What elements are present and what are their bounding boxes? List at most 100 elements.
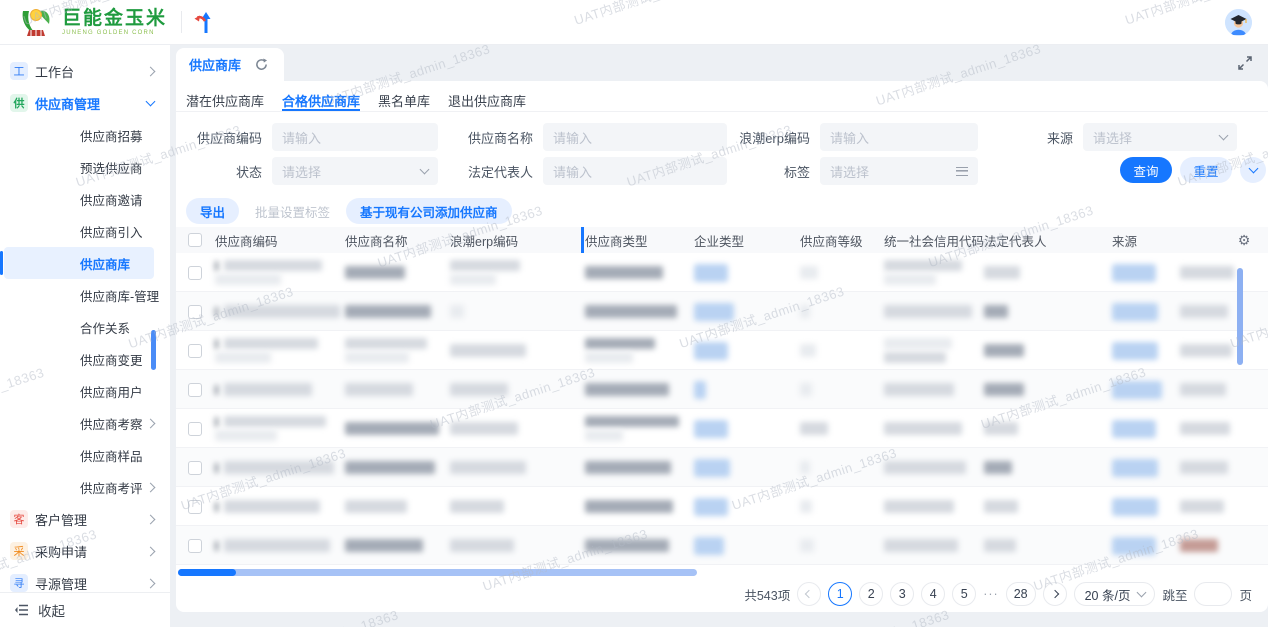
tags-select[interactable]: 请选择 [820, 157, 978, 185]
sidebar-item-supplier-change[interactable]: 供应商变更 [0, 343, 170, 375]
subtab-qualified[interactable]: 合格供应商库 [282, 91, 361, 111]
row-checkbox[interactable] [188, 343, 202, 358]
source-select[interactable]: 请选择 [1083, 123, 1237, 151]
cell-credit [884, 331, 984, 370]
sidebar-item-label: 寻源管理 [35, 576, 88, 592]
sidebar-item-supplier-intro[interactable]: 供应商引入 [0, 215, 170, 247]
redacted-block [694, 536, 724, 555]
redacted-block [450, 461, 526, 474]
sidebar-item-label: 供应商用户 [80, 385, 143, 400]
supplier-code-input[interactable]: 请输入 [272, 123, 438, 151]
row-checkbox[interactable] [188, 265, 202, 280]
redacted-line [345, 461, 450, 474]
gear-icon[interactable]: ⚙ [1238, 232, 1251, 249]
page-size-select[interactable]: 20 条/页 [1073, 582, 1156, 606]
sidebar-scrollbar-thumb[interactable] [151, 330, 156, 370]
cell-erp [450, 331, 585, 370]
cell-credit [884, 292, 984, 331]
cell-legal [984, 487, 1112, 526]
table-row [176, 448, 1268, 487]
row-checkbox[interactable] [188, 382, 202, 397]
tab-supplier-library[interactable]: 供应商库 [176, 48, 284, 81]
select-all-checkbox[interactable] [188, 233, 202, 247]
redacted-block [215, 274, 281, 285]
expand-filters-button[interactable] [1240, 157, 1266, 183]
column-header-name: 供应商名称 [345, 234, 408, 249]
sidebar-item-supplier-inspect[interactable]: 供应商考察 [0, 407, 170, 439]
previous-page-button[interactable] [797, 582, 822, 606]
sidebar-item-supplier-user[interactable]: 供应商用户 [0, 375, 170, 407]
redacted-block [224, 461, 334, 474]
next-page-button[interactable] [1042, 582, 1067, 606]
redacted-line [345, 305, 450, 318]
redacted-block [800, 500, 812, 513]
sidebar-item-cooperation[interactable]: 合作关系 [0, 311, 170, 343]
supplier-name-input[interactable]: 请输入 [543, 123, 727, 151]
sidebar-item-supplier-review[interactable]: 供应商考评 [0, 471, 170, 503]
sidebar-item-preselect-supplier[interactable]: 预选供应商 [0, 151, 170, 183]
cell-last [1180, 370, 1242, 409]
sidebar-item-sourcing-mgmt[interactable]: 寻寻源管理 [0, 567, 170, 592]
page-button-2[interactable]: 2 [859, 582, 884, 606]
subtab-blacklist[interactable]: 黑名单库 [378, 91, 430, 111]
cell-erp [450, 448, 585, 487]
sidebar-item-supplier-mgmt[interactable]: 供供应商管理 [0, 87, 170, 119]
filter-label: 浪潮erp编码 [739, 130, 810, 146]
table-horizontal-scrollbar-thumb[interactable] [178, 569, 236, 576]
sidebar-item-supplier-library[interactable]: 供应商库 [0, 247, 154, 279]
jump-label: 跳至 [1162, 588, 1188, 603]
erp-code-input[interactable]: 请输入 [820, 123, 978, 151]
redacted-line [984, 266, 1112, 279]
subtab-potential[interactable]: 潜在供应商库 [186, 91, 264, 111]
table-vertical-scrollbar[interactable] [1237, 268, 1243, 365]
cell-credit [884, 370, 984, 409]
cell-last [1180, 526, 1242, 565]
customer-mgmt-icon: 客 [10, 510, 28, 528]
filter-label: 标签 [783, 164, 810, 180]
redacted-line [800, 266, 884, 279]
refresh-icon[interactable] [255, 58, 268, 71]
row-checkbox[interactable] [188, 499, 202, 514]
cell-name [345, 292, 450, 331]
sidebar-item-supplier-library-mgmt[interactable]: 供应商库-管理 [0, 279, 170, 311]
status-select[interactable]: 请选择 [272, 157, 438, 185]
nav-arrows-icon[interactable] [192, 9, 216, 35]
redacted-block [224, 500, 320, 513]
sidebar-item-purchase-request[interactable]: 采采购申请 [0, 535, 170, 567]
redacted-line [215, 260, 345, 271]
pagination-ellipsis[interactable]: ··· [983, 587, 999, 601]
cell-type [585, 487, 694, 526]
redacted-block [450, 500, 504, 513]
row-checkbox[interactable] [188, 460, 202, 475]
subtab-exited[interactable]: 退出供应商库 [448, 91, 526, 111]
redacted-block [884, 422, 962, 435]
sidebar-item-supplier-invite[interactable]: 供应商邀请 [0, 183, 170, 215]
table-horizontal-scrollbar[interactable] [178, 569, 697, 576]
user-avatar[interactable] [1225, 8, 1252, 36]
page-button-1[interactable]: 1 [828, 582, 853, 606]
legal-rep-input[interactable]: 请输入 [543, 157, 727, 185]
sidebar-item-customer-mgmt[interactable]: 客客户管理 [0, 503, 170, 535]
sidebar-item-label: 合作关系 [80, 321, 131, 336]
batch-tag-button[interactable]: 批量设置标签 [251, 198, 334, 224]
page-button-3[interactable]: 3 [890, 582, 915, 606]
row-checkbox[interactable] [188, 304, 202, 319]
reset-button[interactable]: 重置 [1180, 157, 1232, 183]
sidebar-item-supplier-recruit[interactable]: 供应商招募 [0, 119, 170, 151]
page-button-5[interactable]: 5 [952, 582, 977, 606]
page-button-28[interactable]: 28 [1005, 582, 1036, 606]
export-button[interactable]: 导出 [186, 198, 240, 224]
redacted-block [1112, 419, 1156, 438]
search-button[interactable]: 查询 [1120, 157, 1172, 183]
redacted-line [694, 536, 800, 555]
sidebar-item-workbench[interactable]: 工工作台 [0, 55, 170, 87]
page-button-4[interactable]: 4 [921, 582, 946, 606]
row-checkbox[interactable] [188, 421, 202, 436]
add-supplier-from-company-button[interactable]: 基于现有公司添加供应商 [346, 198, 512, 224]
sidebar-item-supplier-sample[interactable]: 供应商样品 [0, 439, 170, 471]
redacted-block [884, 352, 946, 363]
collapse-button[interactable]: 收起 [0, 592, 170, 627]
fullscreen-icon[interactable] [1238, 56, 1252, 70]
row-checkbox[interactable] [188, 538, 202, 553]
jump-page-input[interactable] [1194, 582, 1233, 606]
